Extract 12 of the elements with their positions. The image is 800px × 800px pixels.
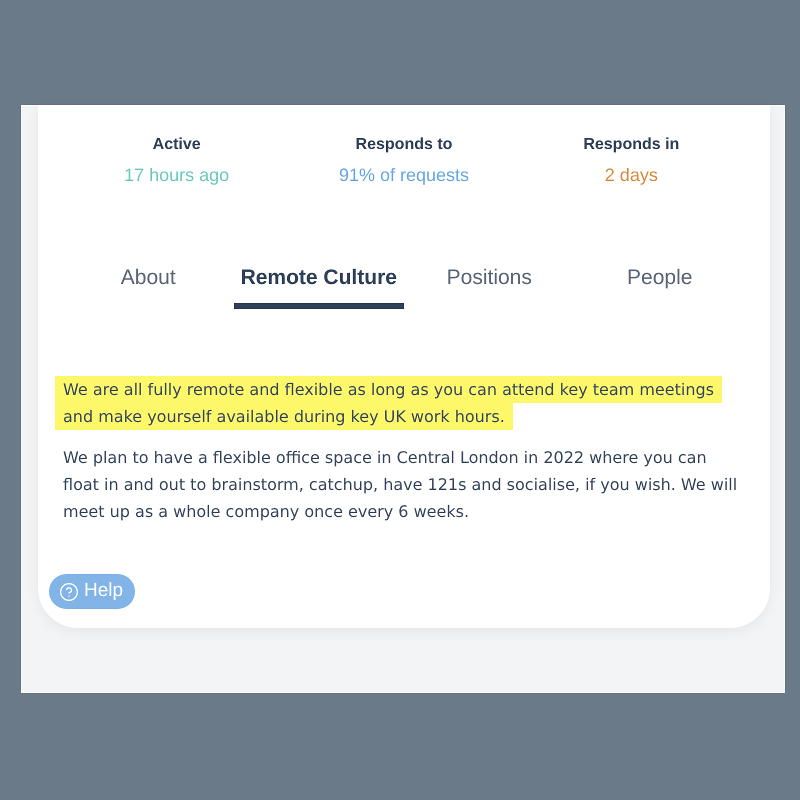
tab[interactable]: About <box>63 264 234 309</box>
stat-value: 91% of requests <box>338 164 470 187</box>
stat-label: Responds in <box>583 135 680 155</box>
tab[interactable]: People <box>574 264 745 309</box>
help-icon <box>59 582 79 602</box>
tab[interactable]: Remote Culture <box>234 264 404 309</box>
stat-label: Responds to <box>356 135 452 155</box>
stat-value: 2 days <box>604 164 658 187</box>
paragraph-text: We plan to have a flexible office space in Central London in 2022 where you can float in and out to brainstorm, catchup, have 121s and socialise, if you wish. We will meet up as a whole company once every 6 weeks. <box>62 447 738 523</box>
tab[interactable]: Positions <box>404 264 574 309</box>
stat-value: 17 hours ago <box>124 164 230 187</box>
stat-label: Active <box>152 135 201 155</box>
